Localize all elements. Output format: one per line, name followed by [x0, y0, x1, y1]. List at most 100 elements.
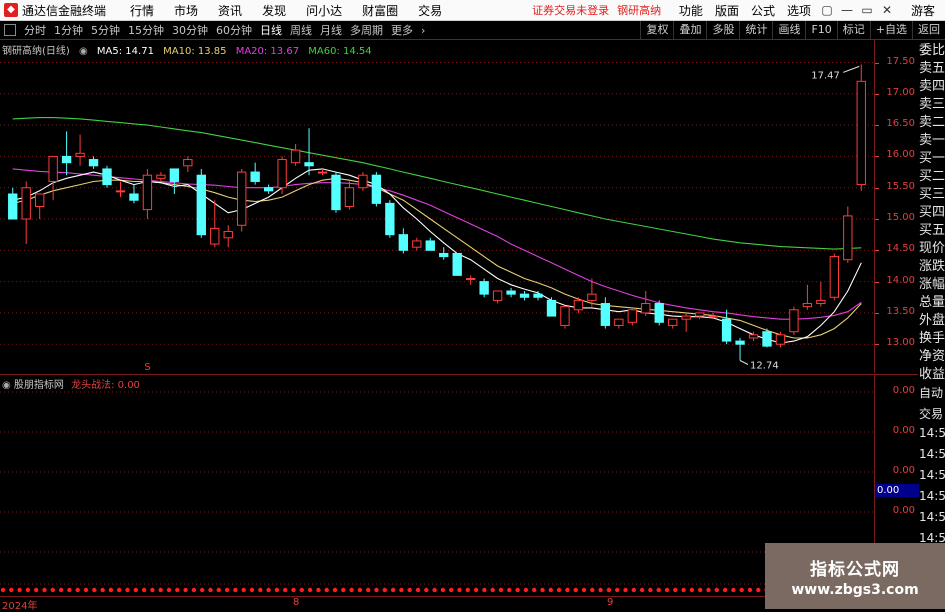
- candle[interactable]: [331, 172, 341, 213]
- candle[interactable]: [88, 156, 99, 169]
- menu-item-faxian[interactable]: 发现: [252, 2, 296, 19]
- kline-chart[interactable]: 17.47 12.74 S: [0, 40, 874, 373]
- candle[interactable]: [210, 200, 220, 248]
- minimize-icon[interactable]: —: [837, 3, 857, 17]
- candle[interactable]: [115, 181, 126, 198]
- menu-item-shichang[interactable]: 市场: [164, 2, 208, 19]
- kline-panel[interactable]: 钢研高纳(日线) ◉ MA5: 14.71 MA10: 13.85 MA20: …: [0, 40, 874, 373]
- watermark-title: 指标公式网: [810, 560, 900, 580]
- candle[interactable]: [142, 168, 153, 220]
- indicator-panel[interactable]: ◉ 股朋指标网 龙头战法: 0.00: [0, 374, 874, 597]
- menu-item-zixun[interactable]: 资讯: [208, 2, 252, 19]
- candle[interactable]: [425, 237, 435, 251]
- tool-f10[interactable]: F10: [805, 21, 836, 39]
- tool-huaxian[interactable]: 画线: [772, 21, 805, 39]
- candle[interactable]: [75, 134, 85, 166]
- candle[interactable]: [492, 290, 503, 304]
- candle[interactable]: [34, 193, 45, 220]
- candle[interactable]: [371, 172, 382, 207]
- candle[interactable]: [263, 184, 274, 194]
- candle[interactable]: [829, 253, 840, 301]
- candle[interactable]: [48, 155, 58, 201]
- candle[interactable]: [641, 291, 651, 317]
- candle[interactable]: [358, 172, 368, 191]
- candle[interactable]: [546, 297, 557, 317]
- candle[interactable]: [277, 156, 287, 194]
- candle[interactable]: [560, 306, 570, 329]
- candle[interactable]: [156, 172, 166, 182]
- menu-item-gongneng[interactable]: 功能: [673, 2, 709, 19]
- period-30min[interactable]: 30分钟: [168, 22, 212, 38]
- tool-fanhui[interactable]: 返回: [912, 21, 945, 39]
- candle[interactable]: [196, 168, 206, 238]
- candle[interactable]: [843, 206, 853, 263]
- tool-tongji[interactable]: 统计: [739, 21, 772, 39]
- candle[interactable]: [398, 228, 409, 254]
- candle[interactable]: [519, 291, 530, 301]
- candle[interactable]: [789, 306, 799, 335]
- period-weekly[interactable]: 周线: [286, 22, 316, 38]
- candle[interactable]: [61, 131, 72, 176]
- tool-fuquan[interactable]: 复权: [640, 21, 673, 39]
- candle[interactable]: [708, 312, 718, 320]
- candle[interactable]: [614, 318, 624, 329]
- period-5min[interactable]: 5分钟: [87, 22, 124, 38]
- login-status[interactable]: 证券交易未登录: [532, 2, 609, 18]
- tool-biaoji[interactable]: 标记: [836, 21, 870, 39]
- candle[interactable]: [479, 278, 489, 298]
- menu-item-caifuquan[interactable]: 财富圈: [352, 2, 408, 19]
- tool-zixuan[interactable]: +自选: [869, 21, 912, 39]
- candle[interactable]: [721, 309, 732, 345]
- period-multi[interactable]: 多周期: [346, 22, 387, 38]
- candle[interactable]: [223, 225, 233, 248]
- candle[interactable]: [290, 143, 301, 166]
- candle[interactable]: [506, 287, 516, 298]
- candle[interactable]: [762, 328, 772, 348]
- maximize-icon[interactable]: ▭: [857, 3, 877, 17]
- guest-user[interactable]: 游客: [911, 2, 935, 19]
- settings-dot-icon[interactable]: ◉: [79, 46, 88, 57]
- restore-icon[interactable]: ▢: [817, 3, 837, 17]
- menu-item-jiaoyi[interactable]: 交易: [408, 2, 452, 19]
- candle[interactable]: [694, 312, 705, 320]
- period-fenshi[interactable]: 分时: [20, 22, 50, 38]
- candle[interactable]: [735, 337, 745, 361]
- tool-diejia[interactable]: 叠加: [673, 21, 706, 39]
- tool-duogu[interactable]: 多股: [706, 21, 739, 39]
- candle[interactable]: [412, 237, 422, 251]
- menu-item-wenxiaoda[interactable]: 问小达: [296, 2, 352, 19]
- period-15min[interactable]: 15分钟: [124, 22, 168, 38]
- candle[interactable]: [856, 64, 866, 191]
- candle[interactable]: [21, 181, 31, 245]
- candle[interactable]: [102, 165, 112, 188]
- candle[interactable]: [183, 156, 193, 173]
- candle[interactable]: [681, 312, 691, 332]
- candle[interactable]: [465, 275, 476, 285]
- candle[interactable]: [600, 297, 611, 329]
- menu-item-xuanxiang[interactable]: 选项: [781, 2, 817, 19]
- close-icon[interactable]: ✕: [877, 3, 897, 17]
- candle[interactable]: [439, 247, 449, 260]
- chevron-right-icon[interactable]: ›: [417, 24, 429, 37]
- candle[interactable]: [452, 252, 462, 276]
- panel-toggle-icon[interactable]: [4, 24, 16, 36]
- candle[interactable]: [8, 187, 18, 220]
- candle[interactable]: [385, 200, 395, 238]
- candle[interactable]: [250, 162, 260, 185]
- candle[interactable]: [169, 168, 180, 194]
- candle[interactable]: [668, 318, 678, 329]
- period-monthly[interactable]: 月线: [316, 22, 346, 38]
- candle[interactable]: [344, 181, 355, 210]
- menu-item-hangqing[interactable]: 行情: [120, 2, 164, 19]
- period-60min[interactable]: 60分钟: [212, 22, 256, 38]
- candle[interactable]: [627, 309, 637, 326]
- candle[interactable]: [237, 168, 247, 232]
- candle[interactable]: [816, 281, 826, 307]
- menu-item-banmian[interactable]: 版面: [709, 2, 745, 19]
- candle[interactable]: [654, 300, 664, 326]
- period-1min[interactable]: 1分钟: [50, 22, 87, 38]
- menu-item-gongshi[interactable]: 公式: [745, 2, 781, 19]
- candle[interactable]: [802, 284, 813, 310]
- period-daily[interactable]: 日线: [256, 22, 286, 38]
- period-more[interactable]: 更多: [387, 22, 417, 38]
